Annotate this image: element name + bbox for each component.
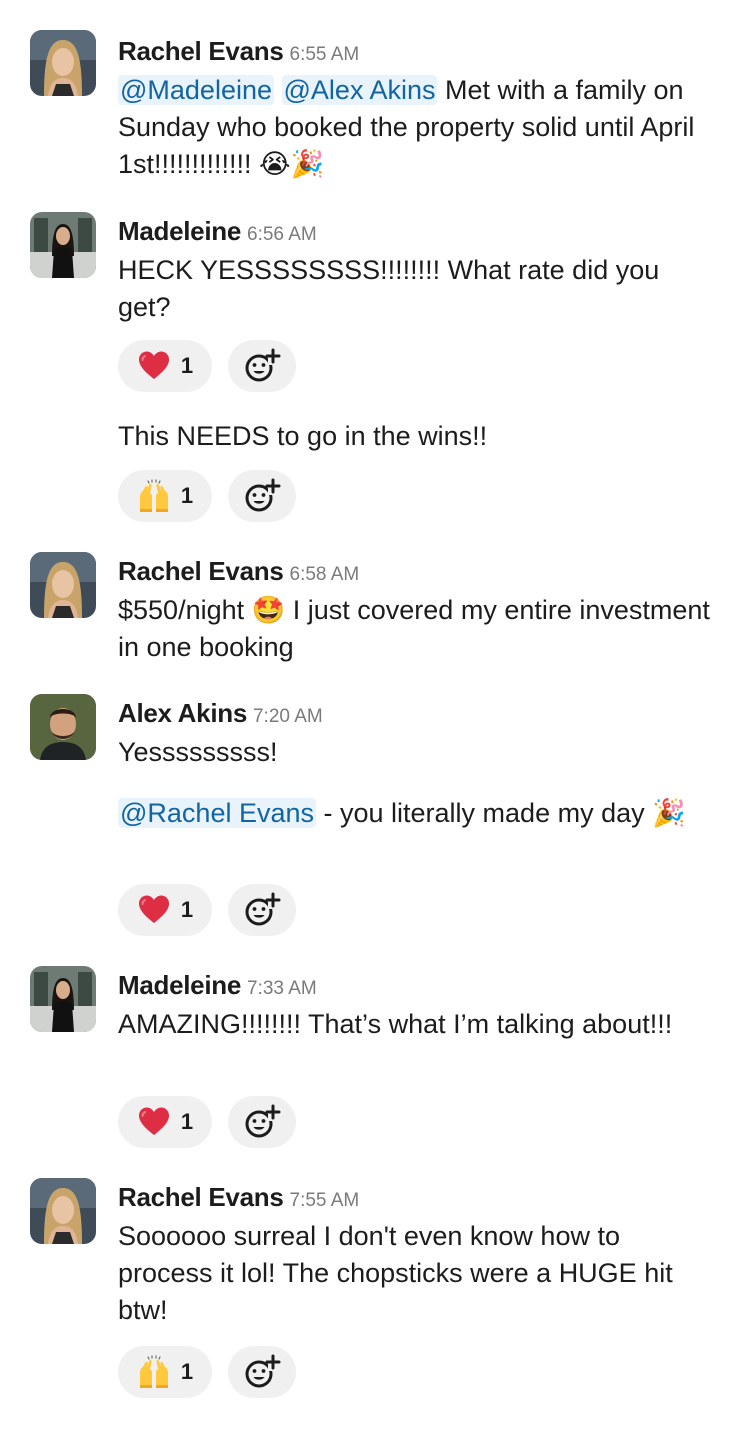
- author-label[interactable]: Madeleine: [118, 216, 241, 246]
- crying-face-emoji: 😭: [259, 149, 291, 180]
- timestamp[interactable]: 6:58 AM: [290, 564, 360, 585]
- author-label[interactable]: Rachel Evans: [118, 1182, 284, 1212]
- mention-madeleine[interactable]: @Madeleine: [118, 75, 274, 105]
- alex-avatar: [30, 694, 96, 760]
- party-popper-emoji: 🎉: [652, 798, 686, 829]
- add-reaction-button[interactable]: [228, 340, 296, 392]
- reaction-count: 1: [180, 353, 194, 378]
- party-popper-emoji: 🎉: [290, 149, 325, 180]
- message-body: $550/night: [118, 595, 252, 625]
- author-name[interactable]: Alex Akins 7:20 AM: [118, 698, 323, 729]
- reactions: 1: [118, 1346, 296, 1398]
- avatar[interactable]: [30, 552, 96, 618]
- add-emoji-icon: [242, 890, 282, 930]
- timestamp[interactable]: 6:56 AM: [247, 224, 317, 245]
- mention-rachel-evans[interactable]: @Rachel Evans: [118, 798, 316, 828]
- reaction-count: 1: [180, 483, 194, 508]
- author-name[interactable]: Madeleine 6:56 AM: [118, 216, 317, 247]
- timestamp[interactable]: 7:55 AM: [290, 1190, 360, 1211]
- author-name[interactable]: Rachel Evans 6:58 AM: [118, 556, 359, 587]
- timestamp[interactable]: 6:55 AM: [290, 44, 360, 65]
- add-emoji-icon: [242, 1352, 282, 1392]
- author-label[interactable]: Rachel Evans: [118, 36, 284, 66]
- message-text: HECK YESSSSSSSS!!!!!!!! What rate did yo…: [118, 255, 660, 322]
- reaction-count: 1: [180, 1359, 194, 1384]
- reaction-heart[interactable]: 1: [118, 340, 212, 392]
- followup-text: @Rachel Evans - you literally made my da…: [118, 795, 718, 832]
- avatar[interactable]: [30, 1178, 96, 1244]
- message-text: Yesssssssss!: [118, 737, 278, 767]
- raised-hands-icon: [137, 1355, 171, 1389]
- add-reaction-button[interactable]: [228, 1346, 296, 1398]
- avatar[interactable]: [30, 694, 96, 760]
- madeleine-avatar: [30, 212, 96, 278]
- reactions: 1: [118, 1096, 296, 1148]
- message-text: AMAZING!!!!!!!! That’s what I’m talking …: [118, 1009, 673, 1039]
- timestamp[interactable]: 7:20 AM: [253, 706, 323, 727]
- add-emoji-icon: [242, 1102, 282, 1142]
- message-text: Soooooo surreal I don't even know how to…: [118, 1221, 673, 1325]
- timestamp[interactable]: 7:33 AM: [247, 978, 317, 999]
- reactions: 1: [118, 884, 296, 936]
- rachel-avatar: [30, 1178, 96, 1244]
- reaction-heart[interactable]: 1: [118, 1096, 212, 1148]
- reactions: 1: [118, 470, 296, 522]
- author-label[interactable]: Alex Akins: [118, 698, 247, 728]
- madeleine-avatar: [30, 966, 96, 1032]
- mention-alex-akins[interactable]: @Alex Akins: [281, 75, 438, 105]
- star-struck-emoji: 🤩: [251, 595, 286, 626]
- avatar[interactable]: [30, 212, 96, 278]
- author-name[interactable]: Rachel Evans 6:55 AM: [118, 36, 359, 67]
- author-label[interactable]: Rachel Evans: [118, 556, 284, 586]
- reaction-raised-hands[interactable]: 1: [118, 470, 212, 522]
- raised-hands-icon: [137, 479, 171, 513]
- message-body: - you literally made my day: [316, 798, 653, 828]
- message-text: $550/night 🤩 I just covered my entire in…: [118, 592, 718, 666]
- add-reaction-button[interactable]: [228, 470, 296, 522]
- rachel-avatar: [30, 552, 96, 618]
- author-name[interactable]: Madeleine 7:33 AM: [118, 970, 317, 1001]
- reaction-count: 1: [180, 897, 194, 922]
- reactions: 1: [118, 340, 296, 392]
- followup-text: This NEEDS to go in the wins!!: [118, 421, 488, 451]
- heart-icon: [137, 349, 171, 383]
- reaction-raised-hands[interactable]: 1: [118, 1346, 212, 1398]
- rachel-avatar: [30, 30, 96, 96]
- add-reaction-button[interactable]: [228, 884, 296, 936]
- heart-icon: [137, 893, 171, 927]
- add-reaction-button[interactable]: [228, 1096, 296, 1148]
- author-name[interactable]: Rachel Evans 7:55 AM: [118, 1182, 359, 1213]
- reaction-heart[interactable]: 1: [118, 884, 212, 936]
- reaction-count: 1: [180, 1109, 194, 1134]
- avatar[interactable]: [30, 30, 96, 96]
- author-label[interactable]: Madeleine: [118, 970, 241, 1000]
- message-text: @Madeleine @Alex Akins Met with a family…: [118, 72, 718, 183]
- add-emoji-icon: [242, 476, 282, 516]
- add-emoji-icon: [242, 346, 282, 386]
- avatar[interactable]: [30, 966, 96, 1032]
- heart-icon: [137, 1105, 171, 1139]
